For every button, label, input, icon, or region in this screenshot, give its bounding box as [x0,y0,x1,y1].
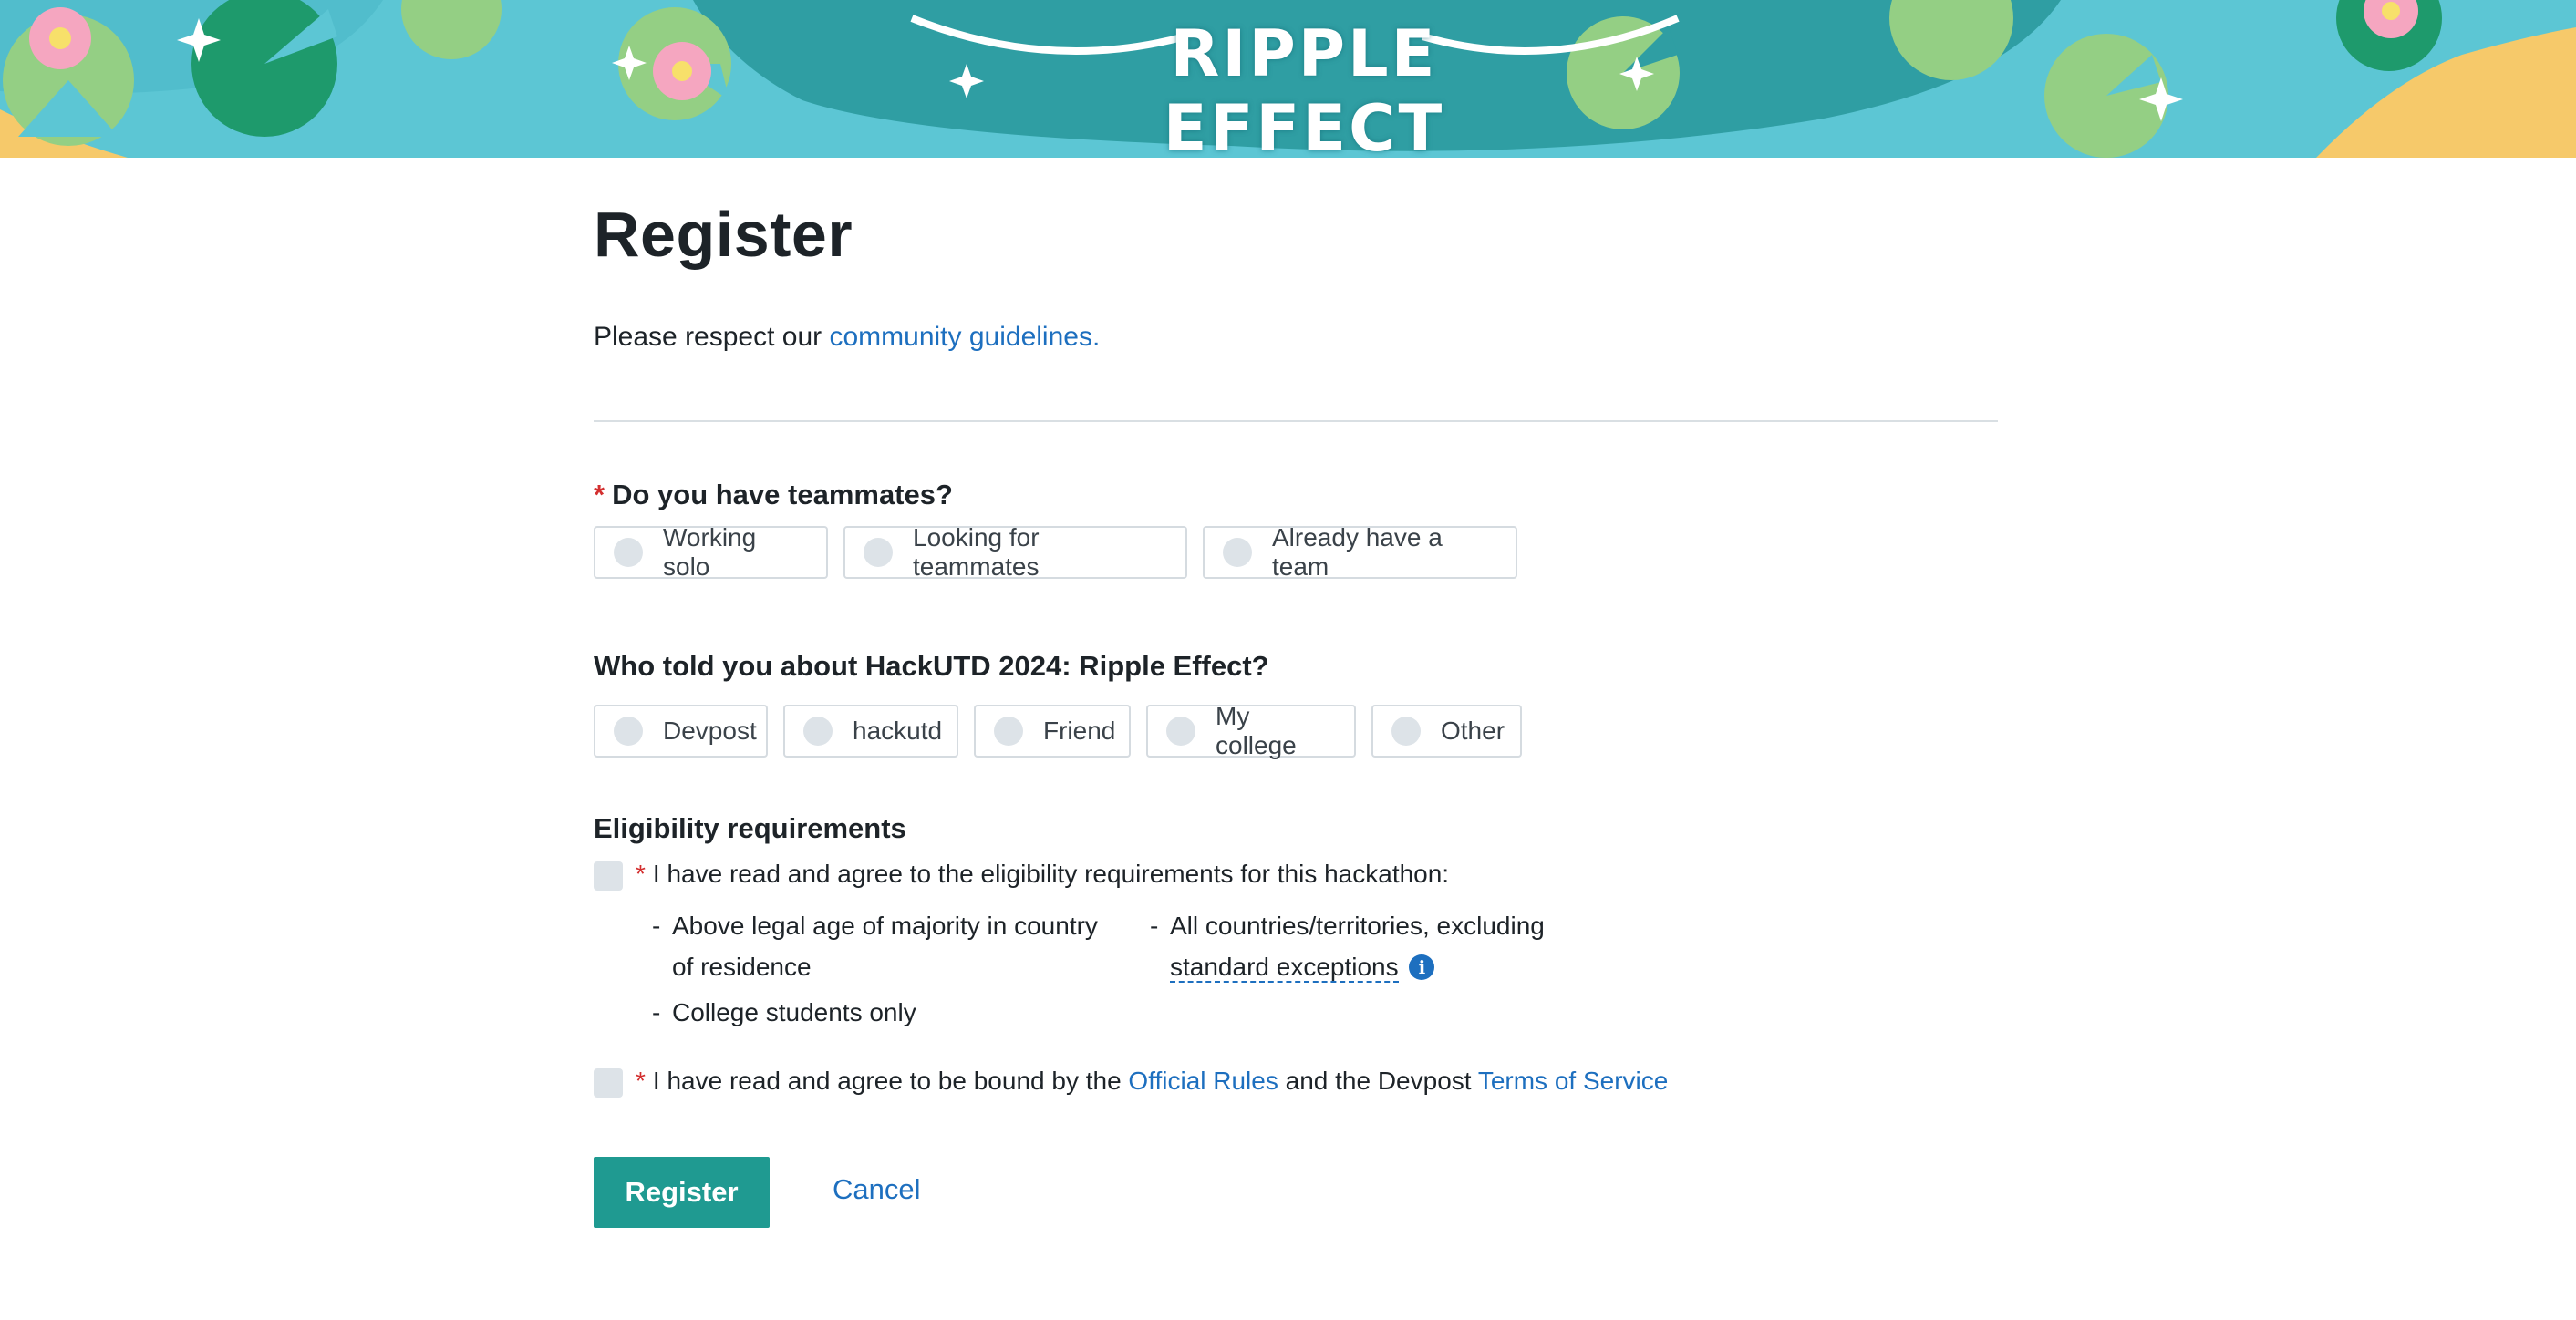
referral-question-label: Who told you about HackUTD 2024: Ripple … [594,650,1269,682]
page-title: Register [594,199,853,270]
teammates-question-text: Do you have teammates? [612,479,953,510]
community-guidelines-link[interactable]: community guidelines. [829,322,1100,352]
requirement-age-line2: of residence [672,953,812,981]
intro-text: Please respect our community guidelines. [594,322,1100,353]
register-button[interactable]: Register [594,1157,770,1228]
radio-label: Other [1441,717,1505,745]
rules-text-prefix: I have read and agree to be bound by the [652,1067,1129,1095]
radio-circle[interactable] [803,717,833,746]
bullet-dash: - [652,912,661,940]
radio-friend[interactable]: Friend [974,705,1131,758]
radio-looking-for-teammates[interactable]: Looking for teammates [843,523,1187,581]
radio-circle[interactable] [1223,538,1252,567]
required-marker: * [636,860,646,888]
radio-circle[interactable] [1391,717,1421,746]
radio-devpost[interactable]: Devpost [594,705,768,758]
radio-label: My college [1216,702,1297,759]
radio-already-have-team[interactable]: Already have a team [1203,523,1517,581]
banner-title: RIPPLE EFFECT [1163,16,1445,158]
teammates-radio-group: Working solo Looking for teammates Alrea… [594,523,1517,581]
radio-label: Friend [1043,717,1116,745]
lotus-flower-icon [29,7,91,69]
official-rules-checkbox[interactable] [594,1068,623,1098]
rules-text-middle: and the Devpost [1278,1067,1478,1095]
requirement-age: - Above legal age of majority in country… [652,905,1101,987]
event-banner: RIPPLE EFFECT [0,0,2576,158]
radio-label: hackutd [853,717,943,745]
radio-other[interactable]: Other [1371,705,1522,758]
terms-of-service-link[interactable]: Terms of Service [1478,1067,1669,1095]
eligibility-agree-text: I have read and agree to the eligibility… [652,860,1450,888]
radio-hackutd[interactable]: hackutd [783,705,958,758]
referral-radio-group: Devpost hackutd Friend My college Other [594,702,1522,759]
bullet-dash: - [652,998,661,1026]
radio-circle[interactable] [864,538,893,567]
requirement-age-line1: Above legal age of majority in country [672,912,1098,940]
required-marker: * [636,1067,646,1095]
standard-exceptions-link[interactable]: standard exceptions [1170,953,1399,983]
radio-label: Devpost [663,717,757,745]
teammates-question-label: * Do you have teammates? [594,479,953,511]
bullet-dash: - [1150,912,1159,940]
required-marker: * [594,479,605,510]
radio-label: Looking for teammates [913,523,1040,581]
divider [594,420,1998,422]
radio-label: Already have a team [1272,523,1443,581]
requirement-students: - College students only [652,992,916,1033]
requirement-countries: - All countries/territories, excluding s… [1150,905,1626,987]
requirement-students-text: College students only [672,998,916,1026]
eligibility-agree-label: * I have read and agree to the eligibilit… [636,860,1449,889]
info-icon[interactable]: i [1409,954,1435,980]
radio-circle[interactable] [1166,717,1195,746]
eligibility-heading: Eligibility requirements [594,812,906,844]
radio-circle[interactable] [614,538,643,567]
official-rules-link[interactable]: Official Rules [1128,1067,1278,1095]
radio-working-solo[interactable]: Working solo [594,523,828,581]
intro-text-prefix: Please respect our [594,322,830,352]
official-rules-label: * I have read and agree to be bound by th… [636,1067,1668,1096]
radio-circle[interactable] [994,717,1023,746]
radio-circle[interactable] [614,717,643,746]
cancel-link[interactable]: Cancel [833,1173,921,1206]
requirement-countries-line1: All countries/territories, excluding [1170,912,1545,940]
radio-label: Working solo [663,523,757,581]
eligibility-agree-checkbox[interactable] [594,861,623,891]
radio-my-college[interactable]: My college [1146,702,1356,759]
